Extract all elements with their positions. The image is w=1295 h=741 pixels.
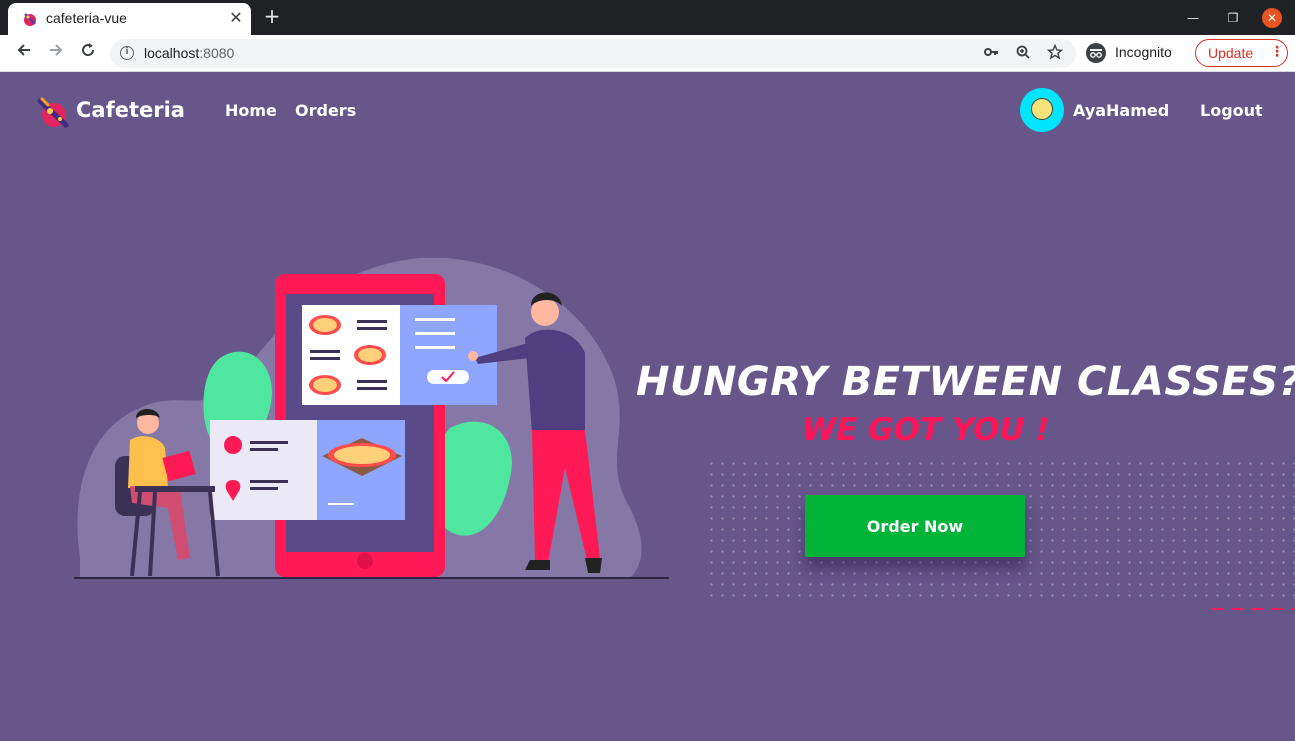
cafeteria-favicon-icon xyxy=(24,13,36,26)
tab-close-icon[interactable]: ✕ xyxy=(226,8,246,28)
incognito-label: Incognito xyxy=(1115,44,1172,60)
address-bar[interactable]: i localhost:8080 xyxy=(110,39,1076,68)
reload-icon[interactable] xyxy=(76,41,100,65)
nav-orders-link[interactable]: Orders xyxy=(295,101,356,120)
logout-link[interactable]: Logout xyxy=(1200,101,1263,120)
new-tab-icon[interactable]: + xyxy=(261,5,283,27)
cafeteria-logo-icon xyxy=(37,97,69,128)
forward-icon[interactable] xyxy=(44,41,68,65)
dashed-accent-line xyxy=(1212,608,1295,610)
avatar-face-icon xyxy=(1031,98,1053,120)
zoom-icon[interactable] xyxy=(1014,44,1032,62)
order-now-button[interactable]: Order Now xyxy=(805,495,1025,557)
hero-headline: HUNGRY BETWEEN CLASSES? xyxy=(636,359,1295,405)
update-label: Update xyxy=(1208,45,1254,61)
menu-dots-icon[interactable]: ⋮ xyxy=(1270,44,1284,60)
browser-toolbar: i localhost:8080 Incognito Update ⋮ xyxy=(0,35,1295,72)
nav-home-link[interactable]: Home xyxy=(225,101,277,120)
key-icon[interactable] xyxy=(982,44,1000,62)
user-name[interactable]: AyaHamed xyxy=(1073,101,1169,120)
food-ordering-illustration xyxy=(74,258,669,579)
page-content: Cafeteria Home Orders AyaHamed Logout HU… xyxy=(0,73,1295,741)
incognito-icon xyxy=(1086,43,1106,63)
brand-name: Cafeteria xyxy=(76,98,185,122)
tab-title: cafeteria-vue xyxy=(46,10,127,26)
url-text: localhost:8080 xyxy=(144,45,235,61)
info-icon[interactable]: i xyxy=(120,46,134,60)
browser-tab[interactable]: cafeteria-vue ✕ xyxy=(8,3,251,35)
back-icon[interactable] xyxy=(12,41,36,65)
window-minimize-icon[interactable]: — xyxy=(1182,7,1204,29)
order-now-label: Order Now xyxy=(866,516,964,536)
browser-tab-strip: cafeteria-vue ✕ + — ❐ ✕ xyxy=(0,0,1295,35)
window-maximize-icon[interactable]: ❐ xyxy=(1222,7,1244,29)
hero-subline: WE GOT YOU ! xyxy=(802,412,1050,448)
star-icon[interactable] xyxy=(1046,43,1064,62)
user-avatar[interactable] xyxy=(1020,88,1064,132)
update-button[interactable]: Update ⋮ xyxy=(1195,39,1288,67)
window-close-icon[interactable]: ✕ xyxy=(1262,8,1282,28)
